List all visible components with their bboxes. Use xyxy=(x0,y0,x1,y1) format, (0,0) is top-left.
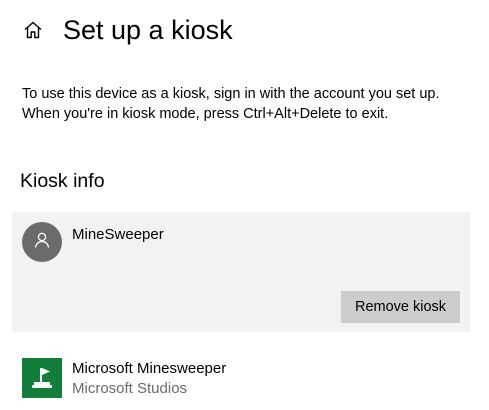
kiosk-description: To use this device as a kiosk, sign in w… xyxy=(22,84,477,124)
description-line: When you're in kiosk mode, press Ctrl+Al… xyxy=(22,106,389,122)
description-line: To use this device as a kiosk, sign in w… xyxy=(22,86,440,102)
person-icon xyxy=(33,231,51,254)
page-header: Set up a kiosk xyxy=(0,0,489,62)
home-button[interactable] xyxy=(18,18,48,46)
app-name: Microsoft Minesweeper xyxy=(72,360,227,377)
kiosk-account-card[interactable]: MineSweeper Remove kiosk xyxy=(12,212,470,332)
page-title: Set up a kiosk xyxy=(63,15,233,45)
kiosk-app-item: Microsoft Minesweeper Microsoft Studios xyxy=(22,356,472,400)
home-icon xyxy=(23,20,43,45)
kiosk-account-name: MineSweeper xyxy=(72,226,164,243)
remove-kiosk-button[interactable]: Remove kiosk xyxy=(341,291,460,323)
app-publisher: Microsoft Studios xyxy=(72,380,188,397)
kiosk-info-heading: Kiosk info xyxy=(20,170,105,192)
minesweeper-app-icon xyxy=(22,358,62,398)
avatar xyxy=(22,222,62,262)
